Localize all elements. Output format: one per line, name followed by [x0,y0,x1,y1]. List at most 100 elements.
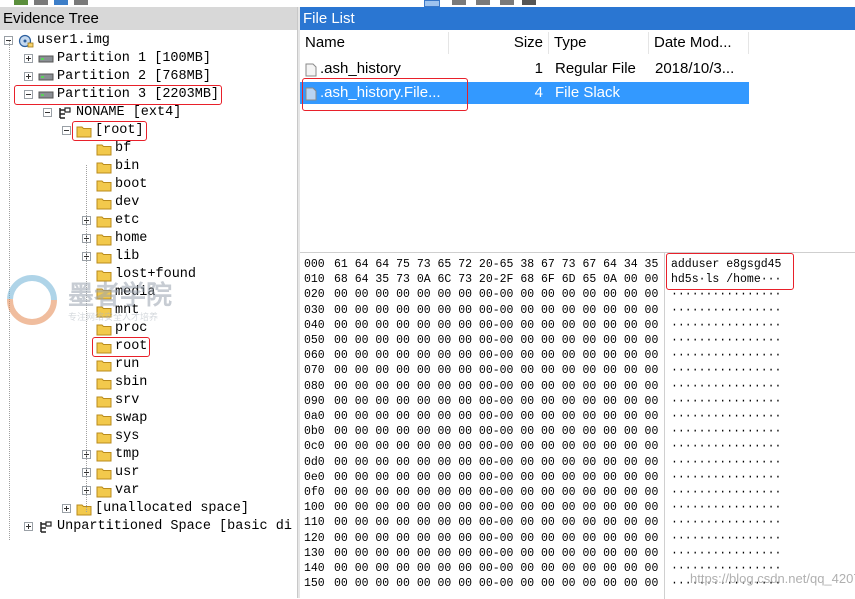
toolbar-icon[interactable] [500,0,514,5]
hex-bytes: 00 00 00 00 00 00 00 00-00 00 00 00 00 0… [334,562,659,575]
toolbar-icon[interactable] [522,0,536,5]
tree-node[interactable]: srv [0,392,297,410]
hex-ascii: ················ [671,334,782,347]
column-header-type[interactable]: Type [549,32,649,54]
expand-icon[interactable] [24,72,33,81]
tree-node-label: swap [115,411,148,426]
toolbar-icon[interactable] [34,0,48,5]
tree-guide-line [86,165,87,512]
hex-bytes: 00 00 00 00 00 00 00 00-00 00 00 00 00 0… [334,410,659,423]
tree-node[interactable]: usr [0,464,297,482]
tree-node[interactable]: [unallocated space] [0,500,297,518]
hex-row: 090 00 00 00 00 00 00 00 00-00 00 00 00 0… [300,394,855,409]
tree-node[interactable]: run [0,356,297,374]
tree-node-label: dev [115,195,140,210]
tree-node[interactable]: Partition 2 [768MB] [0,68,297,86]
hex-offset: 070 [304,364,325,378]
file-name: .ash_history [320,60,401,77]
tree-node-label: var [115,483,140,498]
tree-node[interactable]: [root] [0,122,297,140]
hex-row: 130 00 00 00 00 00 00 00 00-00 00 00 00 0… [300,546,855,561]
hex-offset: 100 [304,501,325,515]
expand-icon[interactable] [24,54,33,63]
tree-node[interactable]: bin [0,158,297,176]
hex-ascii: ················ [671,410,782,423]
hex-bytes: 00 00 00 00 00 00 00 00-00 00 00 00 00 0… [334,364,659,378]
tree-node[interactable]: sbin [0,374,297,392]
tree-node-label: bin [115,159,140,174]
tree-node[interactable]: swap [0,410,297,428]
hex-offset: 020 [304,288,325,302]
toolbar-icon[interactable] [452,0,466,5]
hex-ascii: ················ [671,470,782,484]
column-header-size[interactable]: Size [449,32,549,54]
tree-node-label: tmp [115,447,140,462]
tree-node[interactable]: Unpartitioned Space [basic di [0,518,297,536]
file-row[interactable]: .ash_history 1 Regular File 2018/10/3... [300,58,749,80]
hex-offset: 010 [304,273,325,287]
column-header-date[interactable]: Date Mod... [649,32,749,54]
tree-node[interactable]: boot [0,176,297,194]
hex-row: 100 00 00 00 00 00 00 00 00-00 00 00 00 0… [300,500,855,515]
hex-offset: 080 [304,379,325,393]
tree-node[interactable]: etc [0,212,297,230]
hex-row: 0a0 00 00 00 00 00 00 00 00-00 00 00 00 0… [300,409,855,424]
watermark-sub-text: 专注网络安全人才培养 [68,311,158,323]
tree-node-label: srv [115,393,140,408]
hex-ascii: ················ [671,516,782,530]
file-row-highlight-box [302,78,468,111]
hex-ascii: ················ [671,455,782,469]
hex-ascii: ················ [671,349,782,363]
toolbar-icon[interactable] [424,0,440,7]
tree-node[interactable]: user1.img [0,32,297,50]
watermark-logo: 墨者学院 专注网络安全人才培养 [7,275,172,325]
hex-offset: 130 [304,546,325,560]
hex-bytes: 00 00 00 00 00 00 00 00-00 00 00 00 00 0… [334,486,659,499]
toolbar-icon[interactable] [14,0,28,5]
hex-offset: 0a0 [304,410,325,423]
column-header-name[interactable]: Name [300,32,449,54]
tree-node[interactable]: tmp [0,446,297,464]
expand-icon[interactable] [24,522,33,531]
hex-bytes: 00 00 00 00 00 00 00 00-00 00 00 00 00 0… [334,577,659,591]
hex-bytes: 00 00 00 00 00 00 00 00-00 00 00 00 00 0… [334,349,659,363]
hex-offset: 120 [304,531,325,545]
hex-offset: 150 [304,577,325,591]
tree-node[interactable]: Partition 1 [100MB] [0,50,297,68]
hex-bytes: 00 00 00 00 00 00 00 00-00 00 00 00 00 0… [334,531,659,545]
hex-row: 080 00 00 00 00 00 00 00 00-00 00 00 00 0… [300,379,855,394]
hex-offset: 030 [304,303,325,317]
collapse-icon[interactable] [43,108,52,117]
ascii-highlight-box [666,253,794,290]
hex-bytes: 00 00 00 00 00 00 00 00-00 00 00 00 00 0… [334,379,659,393]
tree-node[interactable]: lib [0,248,297,266]
hex-bytes: 00 00 00 00 00 00 00 00-00 00 00 00 00 0… [334,455,659,469]
file-list: Name Size Type Date Mod... .ash_history 1… [300,30,855,252]
expand-icon[interactable] [62,504,71,513]
tree-node[interactable]: var [0,482,297,500]
tree-node-label: run [115,357,140,372]
toolbar-icon[interactable] [74,0,88,5]
hex-row: 0e0 00 00 00 00 00 00 00 00-00 00 00 00 0… [300,470,855,485]
hex-offset: 0d0 [304,455,325,469]
hex-offset: 0c0 [304,440,325,454]
tree-node[interactable]: NONAME [ext4] [0,104,297,122]
tree-node-label: Partition 2 [768MB] [57,69,211,84]
hex-offset: 050 [304,334,325,347]
hex-offset: 040 [304,318,325,332]
toolbar-icon[interactable] [54,0,68,5]
hex-row: 040 00 00 00 00 00 00 00 00-00 00 00 00 0… [300,318,855,333]
collapse-icon[interactable] [62,126,71,135]
tree-node[interactable]: home [0,230,297,248]
tree-node[interactable]: dev [0,194,297,212]
tree-highlight-box [72,121,147,141]
hex-offset: 000 [304,258,325,271]
toolbar-icon[interactable] [476,0,490,5]
hex-bytes: 00 00 00 00 00 00 00 00-00 00 00 00 00 0… [334,334,659,347]
hex-offset: 0f0 [304,486,325,499]
tree-node[interactable]: sys [0,428,297,446]
file-type: Regular File [555,60,636,77]
hex-offset: 110 [304,516,325,530]
tree-node[interactable]: bf [0,140,297,158]
hex-bytes: 00 00 00 00 00 00 00 00-00 00 00 00 00 0… [334,546,659,560]
